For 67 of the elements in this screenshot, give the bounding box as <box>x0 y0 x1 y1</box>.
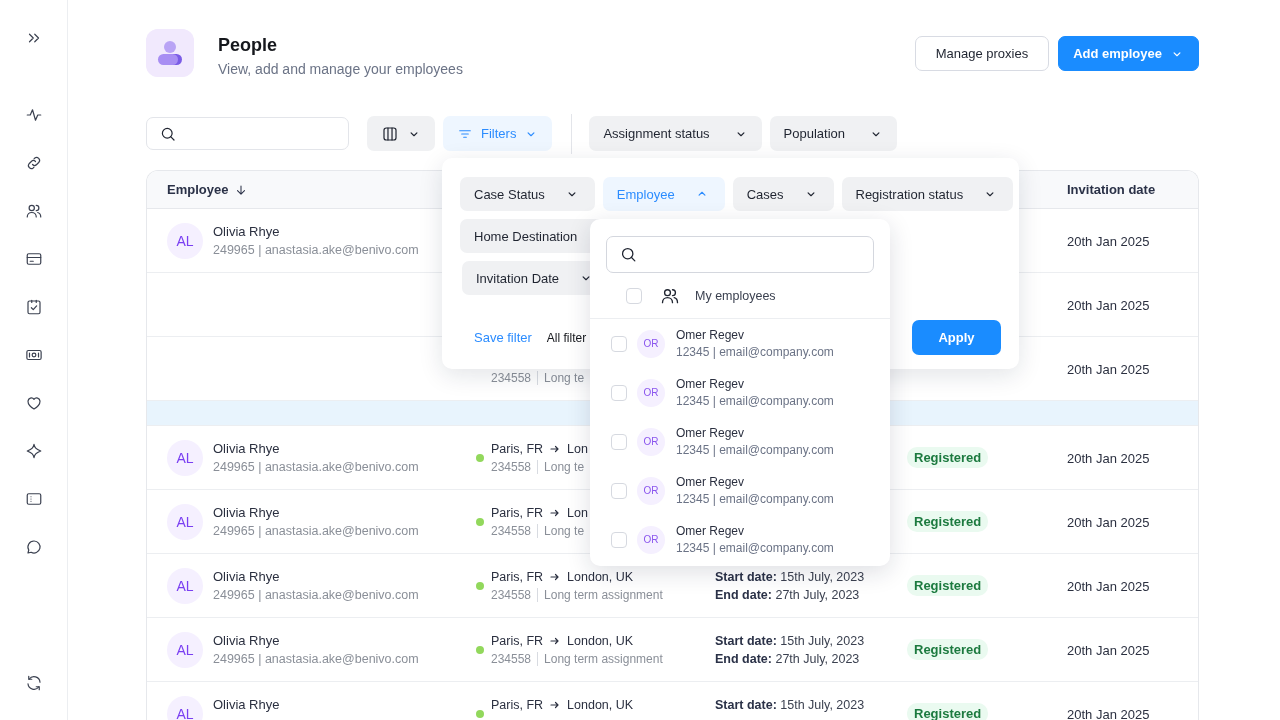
assignment-id: 234558 <box>491 369 532 387</box>
invitation-date: 20th Jan 2025 <box>1067 361 1150 377</box>
start-date: Start date: 15th July, 2023 <box>715 632 866 650</box>
employee-name: Olivia Rhye <box>213 222 281 241</box>
employee-detail: 249965 | anastasia.ake@benivo.com <box>213 458 419 476</box>
destination-city: London, UK <box>567 696 634 714</box>
invitation-date: 20th Jan 2025 <box>1067 578 1150 594</box>
employee-detail: 249965 | anastasia.ake@benivo.com <box>213 586 419 604</box>
employee-detail: 12345 | email@company.com <box>676 492 834 506</box>
employee-detail: 12345 | email@company.com <box>676 541 834 555</box>
origin-city: Paris, FR <box>491 632 544 650</box>
assignment-id: 234558 <box>491 458 532 476</box>
page-title: People <box>218 35 279 56</box>
employee-name: Olivia Rhye <box>213 439 281 458</box>
employee-name: Olivia Rhye <box>213 503 281 522</box>
status-badge: Registered <box>907 447 989 468</box>
destination-city: London, UK <box>567 568 634 586</box>
end-date: End date: 27th July, 2023 <box>715 586 861 604</box>
avatar: OR <box>637 476 665 505</box>
start-date: Start date: 15th July, 2023 <box>715 696 866 714</box>
employee-detail: 12345 | email@company.com <box>676 394 834 408</box>
status-badge: Registered <box>907 575 989 596</box>
origin-city: Paris, FR <box>491 440 544 458</box>
status-badge: Registered <box>907 511 989 532</box>
destination-city: Lon <box>567 504 588 522</box>
status-badge: Registered <box>907 703 989 720</box>
avatar: AL <box>167 439 203 476</box>
assignment-id: 234558 <box>491 522 532 540</box>
invitation-date: 20th Jan 2025 <box>1067 233 1150 249</box>
avatar: OR <box>637 427 665 456</box>
assignment-type: Long te <box>537 523 585 538</box>
assignment-type: Long te <box>537 459 585 474</box>
assignment-id: 234558 <box>491 586 532 604</box>
avatar: OR <box>637 329 665 358</box>
employee-detail: 12345 | email@company.com <box>676 443 834 457</box>
page-subtitle: View, add and manage your employees <box>218 61 463 77</box>
employee-name: Olivia Rhye <box>213 631 281 650</box>
employee-detail: 249965 | anastasia.ake@benivo.com <box>213 241 419 259</box>
employee-detail: 12345 | email@company.com <box>676 345 834 359</box>
avatar: AL <box>167 222 203 259</box>
assignment-type: Long te <box>537 370 585 385</box>
avatar: AL <box>167 695 203 720</box>
assignment-id: 234558 <box>491 650 532 668</box>
invitation-date: 20th Jan 2025 <box>1067 450 1150 466</box>
employee-name: Olivia Rhye <box>213 695 280 714</box>
origin-city: Paris, FR <box>491 504 544 522</box>
assignment-type: Long term assignment <box>537 587 663 602</box>
avatar: AL <box>167 631 203 668</box>
employee-name: Olivia Rhye <box>213 567 281 586</box>
invitation-date: 20th Jan 2025 <box>1067 297 1150 313</box>
avatar: OR <box>637 525 665 554</box>
invitation-date: 20th Jan 2025 <box>1067 642 1150 658</box>
destination-city: London, UK <box>567 632 634 650</box>
start-date: Start date: 15th July, 2023 <box>715 568 866 586</box>
origin-city: Paris, FR <box>491 696 544 714</box>
assignment-type: Long term assignment <box>537 651 663 666</box>
employee-detail: 249965 | anastasia.ake@benivo.com <box>213 522 419 540</box>
employee-detail: 249965 | anastasia.ake@benivo.com <box>213 650 419 668</box>
avatar: AL <box>167 503 203 540</box>
destination-city: Lon <box>567 440 588 458</box>
end-date: End date: 27th July, 2023 <box>715 650 861 668</box>
avatar: OR <box>637 378 665 407</box>
invitation-date: 20th Jan 2025 <box>1067 514 1150 530</box>
invitation-date: 20th Jan 2025 <box>1067 706 1150 720</box>
avatar: AL <box>167 567 203 604</box>
origin-city: Paris, FR <box>491 568 544 586</box>
status-badge: Registered <box>907 639 989 660</box>
